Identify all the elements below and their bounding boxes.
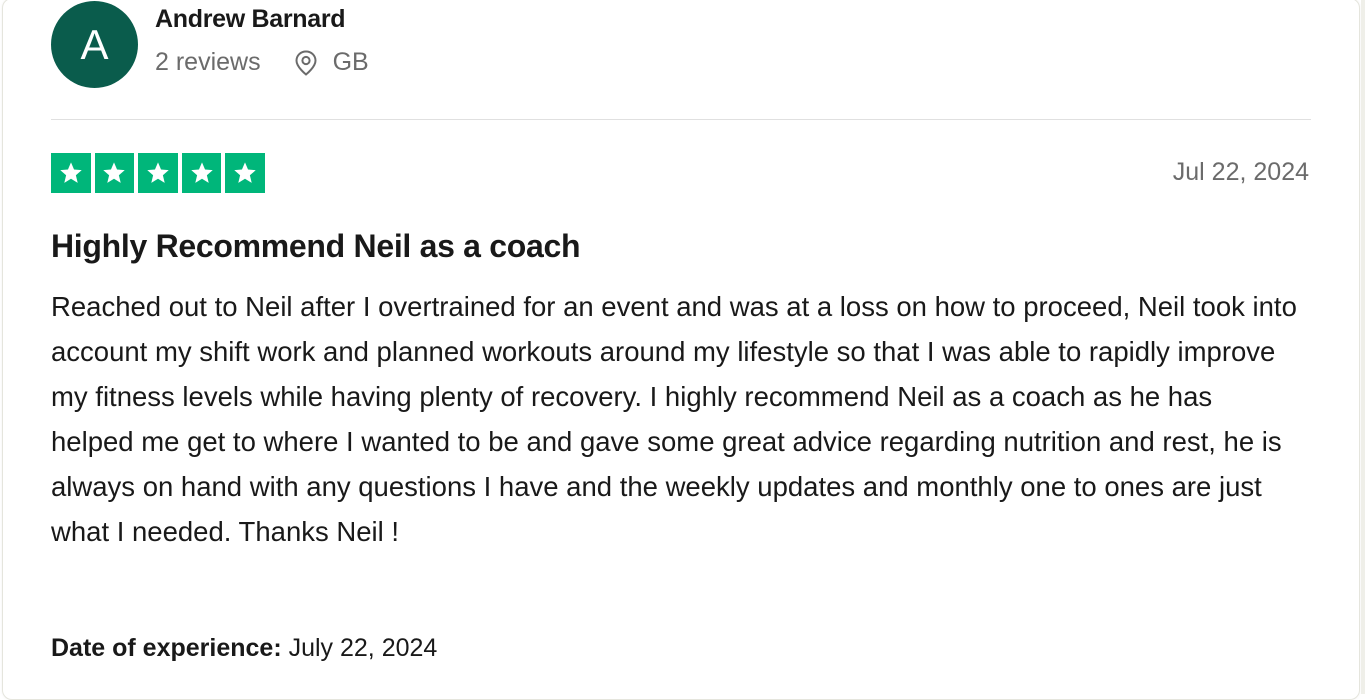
review-date: Jul 22, 2024 xyxy=(1172,158,1309,186)
avatar-initial: A xyxy=(80,20,109,68)
star-icon xyxy=(51,153,91,193)
review-count: 2 reviews xyxy=(155,48,261,76)
page-edge xyxy=(1361,0,1365,694)
reviewer-country: GB xyxy=(332,48,369,76)
star-icon xyxy=(138,153,178,193)
avatar[interactable]: A xyxy=(51,1,138,88)
reviewer-name[interactable]: Andrew Barnard xyxy=(155,5,346,34)
star-icon xyxy=(94,153,135,193)
review-title[interactable]: Highly Recommend Neil as a coach xyxy=(51,228,581,265)
experience-label: Date of experience: xyxy=(51,634,282,662)
review-body: Reached out to Neil after I overtrained … xyxy=(51,291,1297,547)
star-icon xyxy=(181,153,222,193)
divider xyxy=(51,119,1311,120)
star-rating xyxy=(51,153,265,193)
reviewer-meta: 2 reviews GB xyxy=(155,48,369,77)
star-icon xyxy=(225,153,265,193)
date-of-experience: Date of experience: July 22, 2024 xyxy=(51,634,437,663)
experience-date: July 22, 2024 xyxy=(288,634,438,662)
location-pin-icon xyxy=(293,49,319,77)
